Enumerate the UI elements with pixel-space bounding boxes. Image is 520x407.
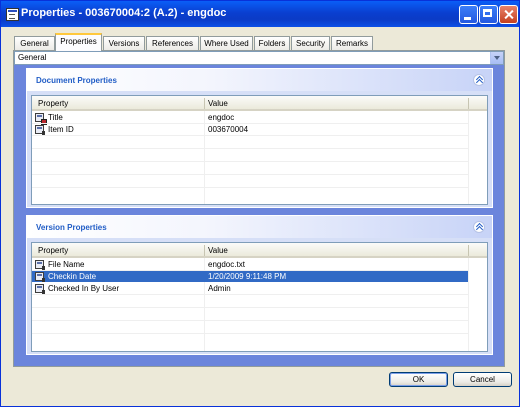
column-header-property[interactable]: Property [38,99,68,108]
row-divider [32,307,468,308]
section-title: Document Properties [36,76,117,85]
window-title: Properties - 003670004:2 (A.2) - engdoc [21,7,227,19]
property-name: Title [48,113,63,122]
window-icon [6,8,19,21]
tab-versions[interactable]: Versions [103,36,145,50]
row-divider [32,320,468,321]
column-header-property[interactable]: Property [38,246,68,255]
property-name: Checked In By User [48,284,120,293]
property-name: Checkin Date [48,272,97,281]
section-title: Version Properties [36,223,107,232]
row-divider [32,174,468,175]
version-properties-grid: Property Value File Name engdoc.txt Chec… [31,242,488,352]
properties-dialog: Properties - 003670004:2 (A.2) - engdoc … [0,0,520,407]
chevron-down-icon[interactable] [490,52,503,64]
row-divider [32,148,468,149]
view-select[interactable]: General [14,51,504,65]
property-name: File Name [48,260,85,269]
doc-icon [35,125,45,135]
row-divider [32,161,468,162]
column-divider[interactable] [468,98,469,109]
minimize-button[interactable] [459,5,478,24]
column-gridline [468,111,469,204]
properties-panel: Document Properties Property Value Title… [14,65,504,366]
column-gridline [468,258,469,351]
tab-folders[interactable]: Folders [254,36,290,50]
tab-remarks[interactable]: Remarks [331,36,373,50]
property-value: 003670004 [208,125,249,134]
lock-doc-icon [35,113,47,125]
doc-icon [35,260,45,270]
version-properties-section: Version Properties Property Value File N… [26,215,493,355]
tab-security[interactable]: Security [291,36,330,50]
property-value: 1/20/2009 9:11:48 PM [208,272,287,281]
title-bar[interactable]: Properties - 003670004:2 (A.2) - engdoc [1,1,519,27]
grid-header: Property Value [32,96,487,111]
section-header[interactable]: Document Properties [27,69,492,91]
section-header[interactable]: Version Properties [27,216,492,238]
document-properties-grid: Property Value Title engdoc Item ID 0036… [31,95,488,205]
view-select-value: General [18,53,47,62]
row-divider [32,333,468,334]
column-header-value[interactable]: Value [208,99,228,108]
close-button[interactable] [499,5,518,24]
column-divider[interactable] [204,98,205,109]
property-value: Admin [208,284,231,293]
row-divider [32,187,468,188]
table-row-selected[interactable]: Checkin Date 1/20/2009 9:11:48 PM [32,271,468,282]
doc-icon [35,284,45,294]
property-value: engdoc [208,113,235,122]
doc-icon [35,272,45,282]
table-row[interactable]: Item ID 003670004 [32,124,468,135]
tab-where-used[interactable]: Where Used [200,36,253,50]
column-divider[interactable] [204,245,205,256]
collapse-icon[interactable] [473,74,485,86]
column-header-value[interactable]: Value [208,246,228,255]
document-properties-section: Document Properties Property Value Title… [26,68,493,208]
table-row[interactable]: Checked In By User Admin [32,283,468,294]
tab-general[interactable]: General [14,36,55,50]
tab-properties[interactable]: Properties [55,33,102,51]
table-row[interactable]: Title engdoc [32,112,468,125]
maximize-button[interactable] [479,5,498,24]
row-divider [32,294,468,295]
property-name: Item ID [48,125,74,134]
tab-references[interactable]: References [146,36,199,50]
cancel-button[interactable]: Cancel [453,372,512,387]
table-row[interactable]: File Name engdoc.txt [32,259,468,270]
property-value: engdoc.txt [208,260,245,269]
collapse-icon[interactable] [473,221,485,233]
row-divider [32,135,468,136]
grid-header: Property Value [32,243,487,258]
column-divider[interactable] [468,245,469,256]
ok-button[interactable]: OK [389,372,448,387]
